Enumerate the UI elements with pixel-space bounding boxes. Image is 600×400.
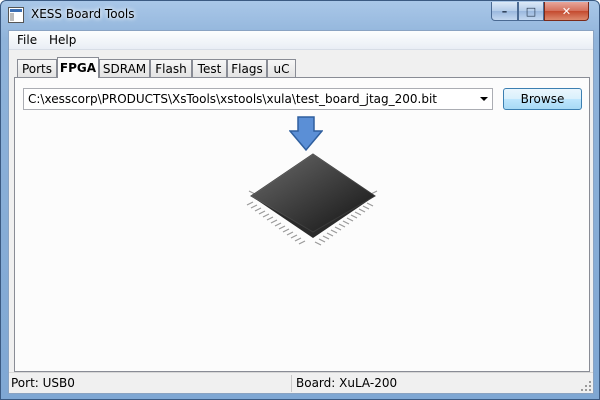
- status-bar: Port: USB0 Board: XuLA-200: [9, 372, 593, 393]
- app-icon[interactable]: [8, 7, 24, 23]
- tab-flash[interactable]: Flash: [150, 59, 192, 77]
- title-bar[interactable]: XESS Board Tools – □ ✕: [1, 1, 599, 30]
- tab-sdram[interactable]: SDRAM: [99, 59, 150, 77]
- tab-uc[interactable]: uC: [267, 59, 296, 77]
- tab-flags[interactable]: Flags: [227, 59, 267, 77]
- menu-bar: File Help: [9, 31, 593, 50]
- bitstream-file-combobox[interactable]: C:\xesscorp\PRODUCTS\XsTools\xstools\xul…: [23, 88, 493, 110]
- bitstream-file-path: C:\xesscorp\PRODUCTS\XsTools\xstools\xul…: [28, 92, 437, 106]
- arrow-down-icon: [289, 116, 323, 152]
- status-divider: [291, 375, 292, 392]
- tab-ports[interactable]: Ports: [17, 59, 57, 77]
- client-area: File Help Ports FPGA SDRAM Flash Test Fl…: [8, 30, 594, 394]
- tab-strip: Ports FPGA SDRAM Flash Test Flags uC: [15, 57, 595, 78]
- dropdown-arrow-icon[interactable]: [480, 97, 488, 101]
- fpga-panel: C:\xesscorp\PRODUCTS\XsTools\xstools\xul…: [14, 77, 590, 372]
- close-icon: ✕: [561, 4, 572, 18]
- close-button[interactable]: ✕: [544, 2, 589, 21]
- window-title: XESS Board Tools: [31, 7, 135, 21]
- resize-grip-icon[interactable]: [581, 381, 591, 391]
- tab-fpga[interactable]: FPGA: [57, 57, 99, 78]
- maximize-button[interactable]: □: [518, 2, 544, 21]
- browse-button[interactable]: Browse: [503, 88, 582, 110]
- status-board: Board: XuLA-200: [296, 376, 398, 390]
- fpga-chip-icon[interactable]: [243, 150, 383, 250]
- minimize-button[interactable]: –: [491, 2, 518, 21]
- menu-file[interactable]: File: [13, 33, 41, 47]
- menu-help[interactable]: Help: [45, 33, 80, 47]
- tab-test[interactable]: Test: [192, 59, 227, 77]
- app-window: XESS Board Tools – □ ✕ File Help Ports F…: [0, 0, 600, 400]
- minimize-icon: –: [501, 4, 508, 18]
- maximize-icon: □: [525, 4, 537, 18]
- status-port: Port: USB0: [11, 376, 75, 390]
